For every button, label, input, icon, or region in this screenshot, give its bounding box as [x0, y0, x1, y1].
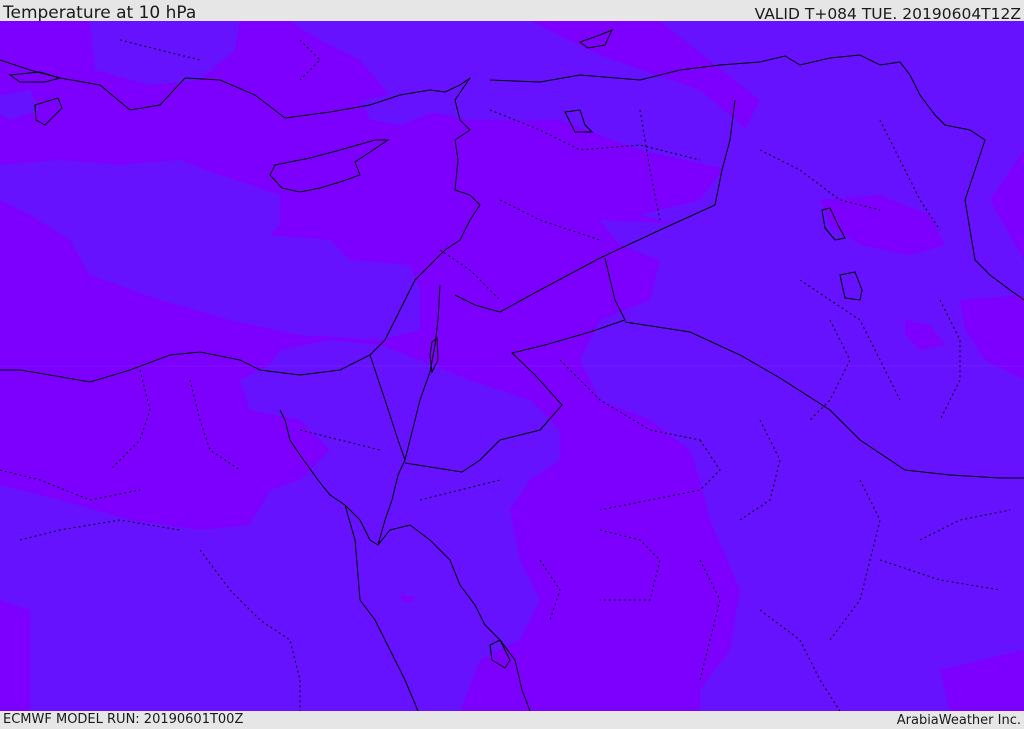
field-region: [0, 600, 30, 711]
footer-bar: ECMWF MODEL RUN: 20190601T00Z ArabiaWeat…: [0, 711, 1024, 729]
credit-label: ArabiaWeather Inc.: [896, 713, 1021, 728]
map-title: Temperature at 10 hPa: [3, 3, 197, 23]
model-run-label: ECMWF MODEL RUN: 20190601T00Z: [3, 712, 244, 727]
header-bar: Temperature at 10 hPa VALID T+084 TUE. 2…: [0, 0, 1024, 23]
forecast-map-frame: Temperature at 10 hPa VALID T+084 TUE. 2…: [0, 0, 1024, 729]
map-svg: [0, 21, 1024, 711]
map-area: [0, 21, 1024, 711]
